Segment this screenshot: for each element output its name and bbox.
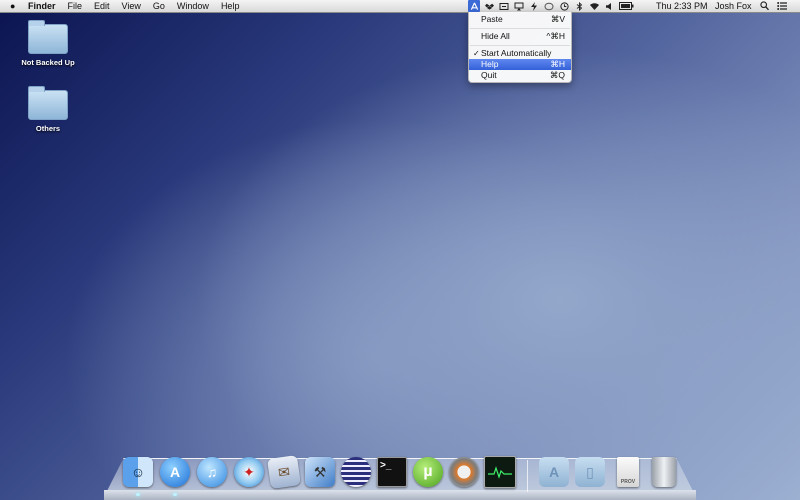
chat-icon[interactable]: [543, 0, 555, 12]
menu-help[interactable]: Help: [221, 0, 240, 12]
itunes-icon[interactable]: ♫: [196, 456, 228, 488]
desktop-icon-label: Others: [35, 124, 61, 133]
menu-file[interactable]: File: [68, 0, 83, 12]
desktop-folder-others[interactable]: Others: [8, 86, 88, 133]
menu-item-shortcut: ⌘V: [550, 14, 565, 24]
folder-icon: [28, 20, 68, 54]
notification-list-icon[interactable]: [777, 0, 787, 14]
xcode-icon[interactable]: ⚒: [304, 456, 336, 488]
menubar-clock[interactable]: Thu 2:33 PM: [656, 0, 708, 12]
menu-go[interactable]: Go: [153, 0, 165, 12]
applications-folder-icon[interactable]: A: [538, 456, 570, 488]
utorrent-icon[interactable]: µ: [412, 456, 444, 488]
menu-item-label: Help: [481, 59, 499, 69]
menu-item-quit[interactable]: Quit ⌘Q: [469, 70, 571, 81]
prov-file-label: PROV: [620, 479, 636, 485]
dropbox-icon[interactable]: [483, 0, 495, 12]
menu-edit[interactable]: Edit: [94, 0, 110, 12]
status-tray: [468, 0, 637, 12]
menu-item-label: Start Automatically: [481, 48, 552, 58]
menu-item-shortcut: ⌘Q: [549, 70, 565, 80]
desktop-icon-label: Not Backed Up: [21, 58, 75, 67]
status-menu-dropdown: Paste ⌘V Hide All ^⌘H ✓ Start Automatica…: [468, 12, 572, 83]
flash-icon[interactable]: [528, 0, 540, 12]
menu-item-shortcut: ⌘H: [550, 59, 565, 69]
terminal-icon[interactable]: >_: [376, 456, 408, 488]
activity-monitor-icon[interactable]: [484, 456, 516, 488]
menu-item-label: Paste: [481, 14, 503, 24]
menu-item-label: Hide All: [481, 31, 510, 41]
bluetooth-icon[interactable]: [573, 0, 585, 12]
prov-file-icon[interactable]: PROV: [612, 456, 644, 488]
menu-separator: [470, 45, 570, 46]
time-machine-icon[interactable]: [498, 0, 510, 12]
menu-view[interactable]: View: [122, 0, 141, 12]
menu-item-label: Quit: [481, 70, 497, 80]
menu-item-hide-all[interactable]: Hide All ^⌘H: [469, 31, 571, 42]
clock-icon[interactable]: [558, 0, 570, 12]
desktop-folder-not-backed-up[interactable]: Not Backed Up: [8, 20, 88, 67]
spotlight-search-icon[interactable]: [760, 0, 769, 14]
dock-separator: [527, 460, 528, 492]
menu-window[interactable]: Window: [177, 0, 209, 12]
menu-bar: ● Finder File Edit View Go Window Help T…: [0, 0, 800, 13]
airplay-icon[interactable]: [513, 0, 525, 12]
menu-separator: [470, 28, 570, 29]
app-store-icon[interactable]: A: [159, 456, 191, 488]
menubar-username[interactable]: Josh Fox: [715, 0, 752, 12]
app-menus: Finder File Edit View Go Window Help: [28, 0, 239, 12]
menu-item-start-automatically[interactable]: ✓ Start Automatically: [469, 48, 571, 59]
safari-icon[interactable]: ✦: [233, 456, 265, 488]
app-store-icon[interactable]: [468, 0, 480, 12]
finder-icon[interactable]: ☺: [122, 456, 154, 488]
menu-finder[interactable]: Finder: [28, 0, 56, 12]
volume-icon[interactable]: [603, 0, 615, 12]
battery-icon[interactable]: [618, 0, 634, 12]
documents-folder-icon[interactable]: ▯: [574, 456, 606, 488]
dock-front-edge: [104, 490, 696, 500]
menu-item-shortcut: ^⌘H: [546, 31, 565, 41]
menu-item-paste[interactable]: Paste ⌘V: [469, 14, 571, 25]
camtasia-icon[interactable]: [448, 456, 480, 488]
folder-icon: [28, 86, 68, 120]
running-indicator: [136, 493, 140, 496]
menubar-right-icons: [760, 0, 787, 14]
apple-menu-icon[interactable]: ●: [10, 0, 15, 12]
menu-item-help[interactable]: Help ⌘H: [469, 59, 571, 70]
mail-icon[interactable]: ✉: [267, 455, 301, 489]
running-indicator: [173, 493, 177, 496]
wifi-icon[interactable]: [588, 0, 600, 12]
eclipse-icon[interactable]: [340, 456, 372, 488]
checkmark-icon: ✓: [473, 49, 480, 58]
trash-icon[interactable]: [648, 456, 680, 488]
